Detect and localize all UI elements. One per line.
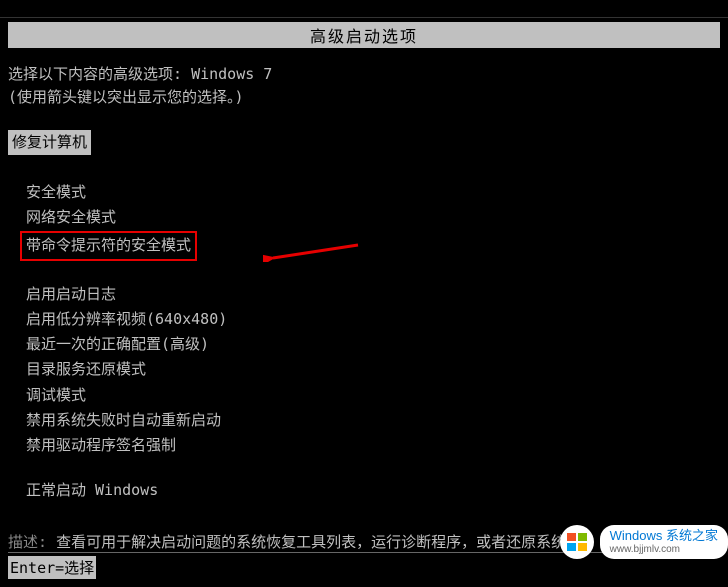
prompt-line-1: 选择以下内容的高级选项: Windows 7 — [8, 63, 720, 86]
highlighted-option: 带命令提示符的安全模式 — [20, 231, 197, 260]
option-safe-mode-networking[interactable]: 网络安全模式 — [26, 206, 720, 229]
description-label: 描述: — [8, 533, 56, 551]
windows-logo-icon — [560, 525, 594, 559]
option-start-normally[interactable]: 正常启动 Windows — [26, 479, 720, 502]
option-enable-boot-log[interactable]: 启用启动日志 — [26, 283, 720, 306]
option-safe-mode-cmd[interactable]: 带命令提示符的安全模式 — [26, 231, 720, 260]
window-top-border — [0, 0, 728, 18]
watermark-url: www.bjjmlv.com — [610, 544, 718, 555]
watermark: Windows 系统之家 www.bjjmlv.com — [560, 525, 728, 559]
options-group-advanced: 启用启动日志 启用低分辨率视频(640x480) 最近一次的正确配置(高级) 目… — [26, 283, 720, 458]
prompt-line-2: (使用箭头键以突出显示您的选择。) — [8, 86, 720, 109]
screen-title: 高级启动选项 — [8, 22, 720, 48]
description-text: 查看可用于解决启动问题的系统恢复工具列表，运行诊断程序，或者还原系统。 — [56, 533, 581, 551]
options-group-normal: 正常启动 Windows — [26, 479, 720, 502]
watermark-text: Windows 系统之家 www.bjjmlv.com — [600, 525, 728, 558]
option-disable-auto-restart[interactable]: 禁用系统失败时自动重新启动 — [26, 409, 720, 432]
option-safe-mode[interactable]: 安全模式 — [26, 181, 720, 204]
boot-menu-content: 选择以下内容的高级选项: Windows 7 (使用箭头键以突出显示您的选择。)… — [8, 55, 720, 554]
footer-enter-hint: Enter=选择 — [8, 556, 96, 579]
option-last-known-good[interactable]: 最近一次的正确配置(高级) — [26, 333, 720, 356]
option-low-res-video[interactable]: 启用低分辨率视频(640x480) — [26, 308, 720, 331]
option-disable-driver-sig[interactable]: 禁用驱动程序签名强制 — [26, 434, 720, 457]
watermark-brand: Windows 系统之家 — [610, 529, 718, 543]
option-debug-mode[interactable]: 调试模式 — [26, 384, 720, 407]
option-ds-restore[interactable]: 目录服务还原模式 — [26, 358, 720, 381]
option-repair-computer[interactable]: 修复计算机 — [8, 130, 91, 155]
options-group-safe-mode: 安全模式 网络安全模式 带命令提示符的安全模式 — [26, 181, 720, 261]
